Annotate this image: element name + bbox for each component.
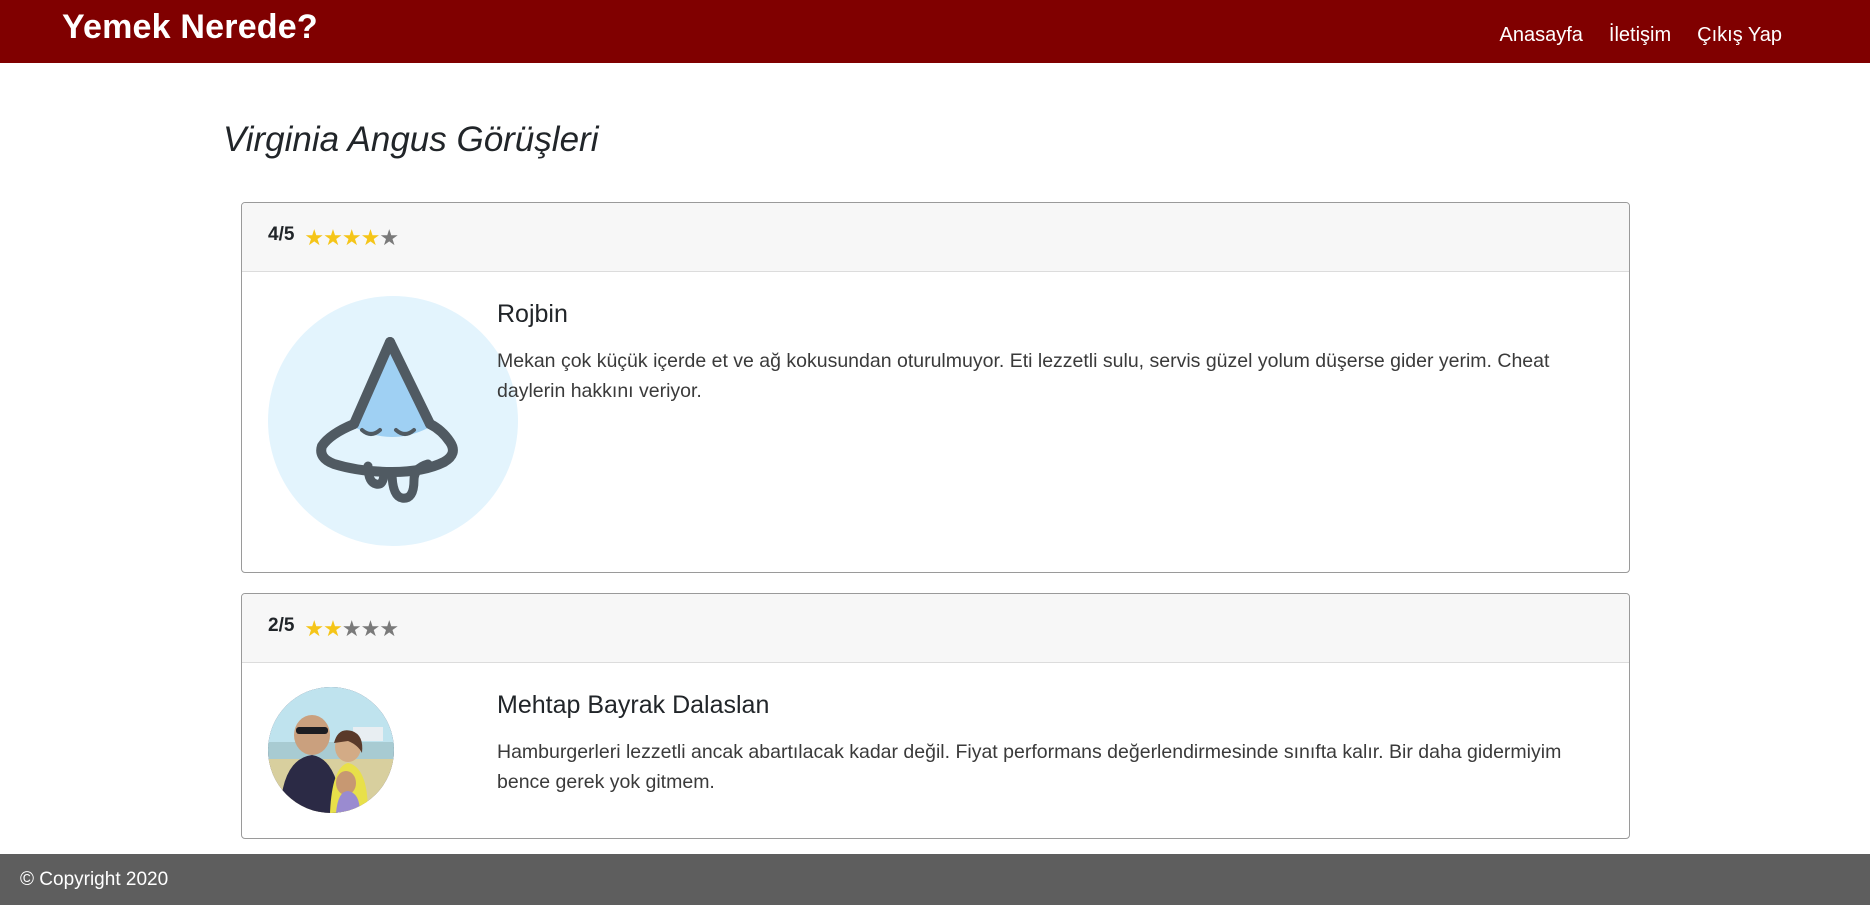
star-empty-icon: ★ [341,616,362,641]
review-card: 4/5 ★★★★★ Rojbin Mekan çok küçük içerde … [241,202,1630,573]
nav-link-home[interactable]: Anasayfa [1500,24,1583,47]
pizza-slice-avatar-icon [268,296,518,546]
page-title: Virginia Angus Görüşleri [223,120,599,159]
review-author: Rojbin [497,300,568,328]
star-filled-icon: ★ [341,225,362,250]
star-filled-icon: ★ [323,225,343,250]
star-rating: ★★★★★ [304,225,399,251]
review-text: Mekan çok küçük içerde et ve ağ kokusund… [497,350,1550,402]
copyright-text: © Copyright 2020 [20,868,169,890]
star-filled-icon: ★ [304,616,324,641]
review-card-header: 2/5 ★★★★★ [242,594,1629,663]
review-author: Mehtap Bayrak Dalaslan [497,691,770,719]
rating-text: 4/5 [268,224,295,245]
star-empty-icon: ★ [360,616,381,641]
star-filled-icon: ★ [360,225,381,250]
star-empty-icon: ★ [379,616,399,641]
review-card-header: 4/5 ★★★★★ [242,203,1629,272]
nav-link-logout[interactable]: Çıkış Yap [1697,24,1782,47]
star-empty-icon: ★ [379,225,399,250]
profile-photo [268,687,394,813]
review-text: Hamburgerleri lezzetli ancak abartılacak… [497,741,1562,793]
profile-photo-image [268,687,394,813]
star-filled-icon: ★ [323,616,343,641]
star-filled-icon: ★ [304,225,324,250]
nav-link-contact[interactable]: İletişim [1609,24,1671,47]
star-rating: ★★★★★ [304,616,399,642]
rating-text: 2/5 [268,615,295,636]
review-card: 2/5 ★★★★★ Mehtap Bayrak Dalaslan Hamburg… [241,593,1630,839]
pizza-slice-icon [316,337,458,503]
nav-links: Anasayfa İletişim Çıkış Yap [1500,24,1782,47]
top-navbar: Yemek Nerede? Anasayfa İletişim Çıkış Ya… [0,0,1870,63]
page-footer: © Copyright 2020 [0,854,1870,905]
brand-logo-text[interactable]: Yemek Nerede? [62,8,318,47]
